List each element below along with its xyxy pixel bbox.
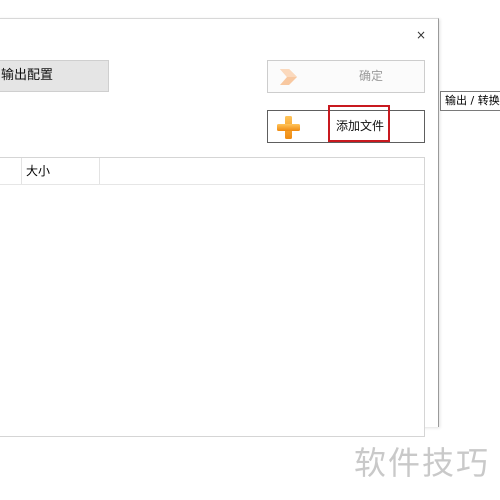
column-header-size[interactable]: 大小	[22, 158, 100, 184]
arrow-right-icon	[280, 69, 297, 85]
confirm-label: 确定	[358, 69, 383, 83]
confirm-button[interactable]: 确定	[267, 60, 425, 93]
column-header-size-label: 大小	[26, 164, 51, 178]
list-header: 大小	[0, 158, 424, 185]
column-header-name[interactable]	[0, 158, 22, 184]
file-list[interactable]: 大小	[0, 157, 425, 437]
output-config-label: 输出配置	[1, 68, 54, 83]
highlight-annotation	[328, 105, 390, 142]
close-icon[interactable]: ×	[414, 28, 428, 42]
output-config-button[interactable]: 输出配置	[0, 60, 109, 92]
tooltip: 输出 / 转换	[440, 91, 500, 111]
watermark: 软件技巧	[354, 444, 491, 482]
tooltip-text: 输出 / 转换	[445, 94, 500, 107]
plus-icon	[277, 116, 300, 139]
